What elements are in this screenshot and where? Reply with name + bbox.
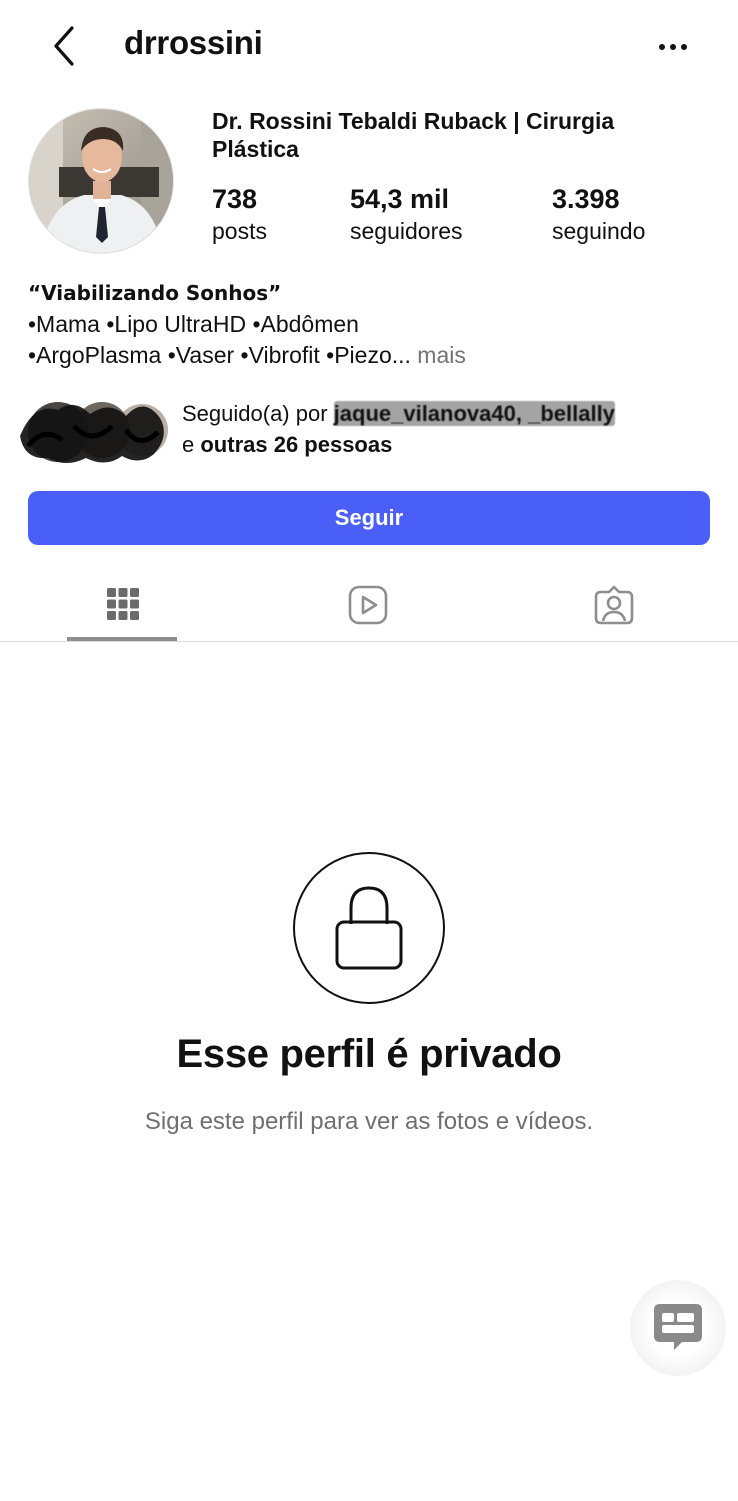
bio-more-link[interactable]: mais — [417, 342, 466, 368]
profile-tabs — [0, 572, 738, 642]
bio-title: “Viabilizando Sonhos” — [28, 281, 282, 305]
private-lock-badge — [293, 852, 445, 1004]
following-label: seguindo — [552, 218, 646, 244]
profile-full-name: Dr. Rossini Tebaldi Ruback | Cirurgia Pl… — [212, 108, 615, 162]
bio-line-2: •ArgoPlasma •Vaser •Vibrofit •Piezo... m… — [28, 340, 718, 371]
mutual-followers-avatars[interactable] — [14, 396, 174, 468]
avatar-photo — [29, 109, 173, 253]
followed-by-others: outras 26 pessoas — [200, 432, 393, 457]
followers-stat[interactable]: 54,3 mil seguidores — [350, 182, 463, 246]
chat-icon — [654, 1304, 702, 1350]
more-icon — [659, 44, 687, 50]
more-options-button[interactable] — [648, 30, 698, 64]
profile-bio: “Viabilizando Sonhos” •Mama •Lipo UltraH… — [28, 278, 718, 371]
tab-grid[interactable] — [63, 572, 183, 642]
profile-avatar[interactable] — [28, 108, 174, 254]
mutual-avatar-stack — [20, 402, 168, 463]
grid-icon — [107, 588, 139, 620]
lock-icon — [335, 886, 403, 970]
reels-icon — [348, 585, 388, 625]
chevron-left-icon — [54, 26, 74, 66]
followed-by-prefix: Seguido(a) por — [182, 401, 334, 426]
following-count: 3.398 — [552, 184, 620, 214]
bio-line-1: •Mama •Lipo UltraHD •Abdômen — [28, 311, 359, 337]
profile-username: drrossini — [124, 24, 263, 61]
followers-count: 54,3 mil — [350, 184, 450, 214]
bio-line-2-text: •ArgoPlasma •Vaser •Vibrofit •Piezo... — [28, 342, 411, 368]
posts-label: posts — [212, 218, 267, 244]
profile-header: drrossini — [0, 0, 738, 92]
posts-stat[interactable]: 738 posts — [212, 182, 267, 246]
floating-chat-button[interactable] — [630, 1280, 726, 1376]
tab-reels[interactable] — [308, 572, 428, 642]
followers-label: seguidores — [350, 218, 463, 244]
tab-tagged[interactable] — [554, 572, 674, 642]
back-button[interactable] — [44, 22, 84, 70]
private-title: Esse perfil é privado — [176, 1032, 562, 1076]
active-tab-indicator — [67, 637, 177, 641]
tagged-icon — [594, 585, 634, 625]
follow-button[interactable]: Seguir — [28, 491, 710, 545]
posts-count: 738 — [212, 184, 258, 214]
followed-by-names: jaque_vilanova40, _bellally — [333, 401, 615, 426]
private-subtitle: Siga este perfil para ver as fotos e víd… — [144, 1108, 594, 1135]
followed-by-text[interactable]: Seguido(a) por jaque_vilanova40, _bellal… — [182, 398, 722, 460]
followed-by-connector: e — [182, 432, 201, 457]
following-stat[interactable]: 3.398 seguindo — [552, 182, 645, 246]
